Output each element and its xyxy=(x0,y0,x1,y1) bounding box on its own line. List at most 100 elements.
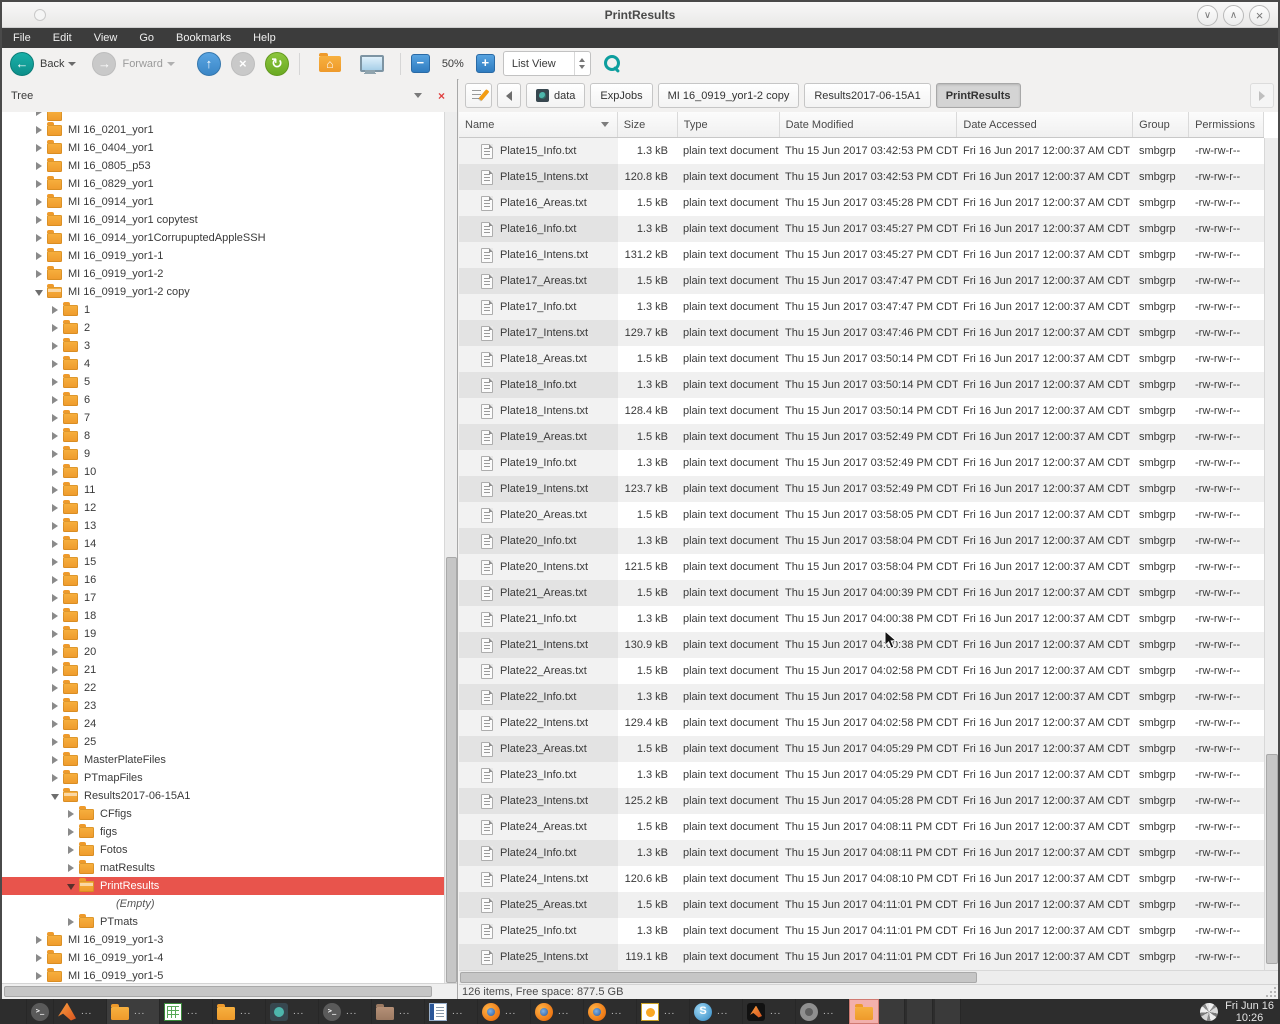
tree-item-mi-16-0914-yor1-copytest[interactable]: MI 16_0914_yor1 copytest xyxy=(2,211,445,229)
tree-item-15[interactable]: 15 xyxy=(2,553,445,571)
tree-item-25[interactable]: 25 xyxy=(2,733,445,751)
taskbar-item-matlab-dark[interactable]: ... xyxy=(743,999,796,1024)
expander-icon[interactable] xyxy=(34,157,47,175)
tree-item-mi-16-0404-yor1[interactable]: MI 16_0404_yor1 xyxy=(2,139,445,157)
file-name-cell[interactable]: Plate21_Areas.txt xyxy=(459,580,618,606)
tree-item-mi-16-0919-yor1-4[interactable]: MI 16_0919_yor1-4 xyxy=(2,949,445,967)
expander-icon[interactable] xyxy=(50,625,63,643)
menu-help[interactable]: Help xyxy=(242,28,287,48)
file-row-plate22-intens-txt[interactable]: Plate22_Intens.txt129.4 kBplain text doc… xyxy=(459,710,1264,736)
file-name-cell[interactable]: Plate23_Info.txt xyxy=(459,762,618,788)
file-row-plate23-areas-txt[interactable]: Plate23_Areas.txt1.5 kBplain text docume… xyxy=(459,736,1264,762)
file-row-plate25-info-txt[interactable]: Plate25_Info.txt1.3 kBplain text documen… xyxy=(459,918,1264,944)
taskbar-item-folder-brown[interactable]: ... xyxy=(372,999,425,1024)
taskbar-item-folder[interactable]: ... xyxy=(213,999,266,1024)
expander-icon[interactable] xyxy=(34,265,47,283)
file-name-cell[interactable]: Plate23_Areas.txt xyxy=(459,736,618,762)
breadcrumb-results2017-06-15a1[interactable]: Results2017-06-15A1 xyxy=(804,83,930,108)
file-name-cell[interactable]: Plate17_Areas.txt xyxy=(459,268,618,294)
file-row-plate17-info-txt[interactable]: Plate17_Info.txt1.3 kBplain text documen… xyxy=(459,294,1264,320)
file-name-cell[interactable]: Plate17_Info.txt xyxy=(459,294,618,320)
expander-icon[interactable] xyxy=(50,769,63,787)
expander-icon[interactable] xyxy=(66,823,79,841)
breadcrumb-printresults[interactable]: PrintResults xyxy=(936,83,1021,108)
tree-item-ptmapfiles[interactable]: PTmapFiles xyxy=(2,769,445,787)
file-row-plate21-areas-txt[interactable]: Plate21_Areas.txt1.5 kBplain text docume… xyxy=(459,580,1264,606)
file-name-cell[interactable]: Plate16_Areas.txt xyxy=(459,190,618,216)
column-header-permissions[interactable]: Permissions xyxy=(1189,112,1264,137)
file-name-cell[interactable]: Plate25_Info.txt xyxy=(459,918,618,944)
tree-item-7[interactable]: 7 xyxy=(2,409,445,427)
expander-icon[interactable] xyxy=(66,805,79,823)
refresh-button[interactable]: ↻ xyxy=(265,52,289,76)
zoom-in-button[interactable]: + xyxy=(476,54,495,73)
tree-item-mi-16-0919-yor1-5[interactable]: MI 16_0919_yor1-5 xyxy=(2,967,445,983)
tree-item-fotos[interactable]: Fotos xyxy=(2,841,445,859)
expander-icon[interactable] xyxy=(50,697,63,715)
side-pane-selector-icon[interactable] xyxy=(414,93,422,98)
expander-icon[interactable] xyxy=(50,319,63,337)
tree-item-matresults[interactable]: matResults xyxy=(2,859,445,877)
taskbar-item-terminal[interactable]: ... xyxy=(319,999,372,1024)
tree-item-10[interactable]: 10 xyxy=(2,463,445,481)
tree-item-mi-16-0919-yor1-2[interactable]: MI 16_0919_yor1-2 xyxy=(2,265,445,283)
tree-item-results2017-06-15a1[interactable]: Results2017-06-15A1 xyxy=(2,787,445,805)
file-row-plate18-intens-txt[interactable]: Plate18_Intens.txt128.4 kBplain text doc… xyxy=(459,398,1264,424)
expander-icon[interactable] xyxy=(34,112,47,121)
breadcrumb-data[interactable]: data xyxy=(526,83,585,108)
list-vertical-scrollbar-thumb[interactable] xyxy=(1266,754,1278,964)
tree-item-mi-16-0914-yor1corrupuptedapplessh[interactable]: MI 16_0914_yor1CorrupuptedAppleSSH xyxy=(2,229,445,247)
expander-icon[interactable] xyxy=(34,283,47,301)
expander-icon[interactable] xyxy=(50,427,63,445)
back-history-dropdown-icon[interactable] xyxy=(68,62,76,66)
file-row-plate15-info-txt[interactable]: Plate15_Info.txt1.3 kBplain text documen… xyxy=(459,138,1264,164)
file-name-cell[interactable]: Plate22_Areas.txt xyxy=(459,658,618,684)
file-name-cell[interactable]: Plate22_Info.txt xyxy=(459,684,618,710)
expander-icon[interactable] xyxy=(50,733,63,751)
file-row-plate25-intens-txt[interactable]: Plate25_Intens.txt119.1 kBplain text doc… xyxy=(459,944,1264,970)
expander-icon[interactable] xyxy=(50,391,63,409)
file-row-plate19-info-txt[interactable]: Plate19_Info.txt1.3 kBplain text documen… xyxy=(459,450,1264,476)
menu-file[interactable]: File xyxy=(2,28,42,48)
taskbar-item-impress[interactable]: ... xyxy=(637,999,690,1024)
search-icon[interactable] xyxy=(603,54,623,74)
breadcrumb-expjobs[interactable]: ExpJobs xyxy=(590,83,652,108)
tree-item-1[interactable]: 1 xyxy=(2,301,445,319)
expander-icon[interactable] xyxy=(50,607,63,625)
file-name-cell[interactable]: Plate16_Info.txt xyxy=(459,216,618,242)
file-row-plate23-intens-txt[interactable]: Plate23_Intens.txt125.2 kBplain text doc… xyxy=(459,788,1264,814)
column-header-size[interactable]: Size xyxy=(618,112,678,137)
tree-vertical-scrollbar-thumb[interactable] xyxy=(446,557,457,983)
column-header-date-modified[interactable]: Date Modified xyxy=(780,112,958,137)
expander-icon[interactable] xyxy=(66,859,79,877)
expander-icon[interactable] xyxy=(50,589,63,607)
file-name-cell[interactable]: Plate20_Areas.txt xyxy=(459,502,618,528)
expander-icon[interactable] xyxy=(50,481,63,499)
tree-item-13[interactable]: 13 xyxy=(2,517,445,535)
tree-item-mi-16-0914-yor1[interactable]: MI 16_0914_yor1 xyxy=(2,193,445,211)
column-header-name[interactable]: Name xyxy=(459,112,618,137)
file-row-plate25-areas-txt[interactable]: Plate25_Areas.txt1.5 kBplain text docume… xyxy=(459,892,1264,918)
tree-item-4[interactable]: 4 xyxy=(2,355,445,373)
file-row-plate22-areas-txt[interactable]: Plate22_Areas.txt1.5 kBplain text docume… xyxy=(459,658,1264,684)
file-name-cell[interactable]: Plate21_Intens.txt xyxy=(459,632,618,658)
expander-icon[interactable] xyxy=(34,193,47,211)
expander-icon[interactable] xyxy=(34,139,47,157)
expander-icon[interactable] xyxy=(50,643,63,661)
taskbar-item-gray-app[interactable]: ... xyxy=(796,999,849,1024)
file-name-cell[interactable]: Plate17_Intens.txt xyxy=(459,320,618,346)
zoom-out-button[interactable]: − xyxy=(411,54,430,73)
menu-go[interactable]: Go xyxy=(128,28,165,48)
column-header-date-accessed[interactable]: Date Accessed xyxy=(957,112,1133,137)
file-name-cell[interactable]: Plate18_Intens.txt xyxy=(459,398,618,424)
expander-icon[interactable] xyxy=(50,337,63,355)
file-row-plate18-info-txt[interactable]: Plate18_Info.txt1.3 kBplain text documen… xyxy=(459,372,1264,398)
up-button[interactable]: ↑ xyxy=(197,52,221,76)
file-name-cell[interactable]: Plate18_Areas.txt xyxy=(459,346,618,372)
tree-item-16[interactable]: 16 xyxy=(2,571,445,589)
expander-icon[interactable] xyxy=(34,175,47,193)
tree-item-12[interactable]: 12 xyxy=(2,499,445,517)
file-row-plate21-intens-txt[interactable]: Plate21_Intens.txt130.9 kBplain text doc… xyxy=(459,632,1264,658)
file-name-cell[interactable]: Plate15_Info.txt xyxy=(459,138,618,164)
file-row-plate16-info-txt[interactable]: Plate16_Info.txt1.3 kBplain text documen… xyxy=(459,216,1264,242)
